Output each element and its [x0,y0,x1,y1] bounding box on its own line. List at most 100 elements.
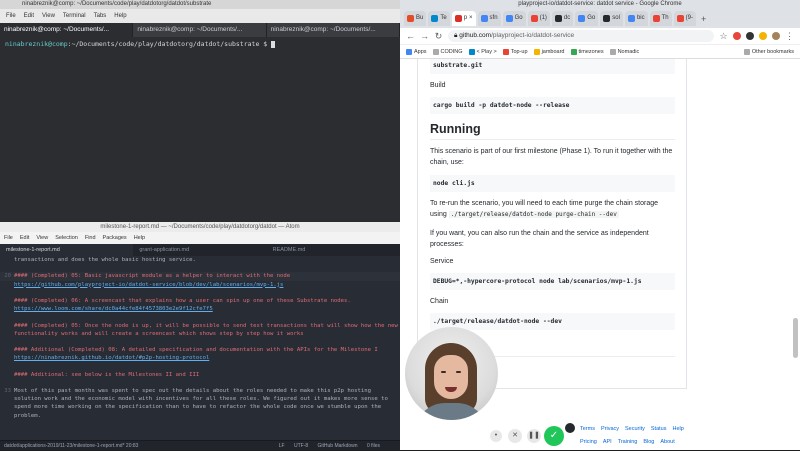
forward-arrow-icon[interactable]: → [420,31,429,41]
terminal-tab[interactable]: ninabreznik@comp: ~/Documents/... [267,23,400,37]
bookmark-nomadic[interactable]: Nomadic [609,48,639,55]
menu-edit[interactable]: Edit [24,9,34,23]
editor-line[interactable] [0,313,400,321]
browser-tab[interactable]: sol [600,11,623,26]
browser-tab[interactable]: (9- [673,11,696,26]
browser-tab[interactable]: (1) [527,11,550,26]
extension-icon[interactable] [733,32,741,40]
line-text: spend more time working on the specifica… [14,404,382,411]
editor-line[interactable]: #### Additional (Completed) 08: A detail… [0,346,400,354]
recorder-done-check-icon[interactable]: ✓ [544,426,564,446]
menu-file[interactable]: File [4,232,13,244]
menu-terminal[interactable]: Terminal [63,9,86,23]
editor-line[interactable]: https://www.loom.com/share/dc0a44cfe84f4… [0,305,400,313]
menu-tabs[interactable]: Tabs [94,9,107,23]
footer-link[interactable]: Status [651,426,667,432]
editor-line[interactable]: #### (Completed) 06: A screencast that e… [0,297,400,305]
terminal-tab[interactable]: ninabreznik@comp: ~/Documents/... [133,23,267,37]
scrollbar-thumb[interactable] [793,318,798,358]
menu-find[interactable]: Find [85,232,96,244]
editor-line[interactable] [0,264,400,272]
browser-tab[interactable]: Te [428,11,450,26]
extension-icon[interactable] [746,32,754,40]
editor-line[interactable]: https://github.com/playproject-io/datdot… [0,281,400,289]
browser-tab[interactable]: dc [551,11,574,26]
back-arrow-icon[interactable]: ← [406,31,415,41]
menu-packages[interactable]: Packages [103,232,127,244]
avatar[interactable] [772,32,780,40]
status-file[interactable]: datdot/applications-2019/11-23/milestone… [4,441,138,450]
chrome-tabstrip: Bu Te p × sfn Go (1) dc Go sol bic Th (9- + [400,9,800,28]
reload-icon[interactable]: ↻ [434,31,443,42]
editor-line[interactable]: solution work and the economic model wit… [0,395,400,403]
address-bar[interactable]: 🔒︎ github.com/playproject-io/datdot-serv… [448,30,714,42]
footer-link[interactable]: Help [672,426,683,432]
browser-tab[interactable]: Th [649,11,672,26]
menu-view[interactable]: View [42,9,55,23]
editor-line[interactable]: functionality works and will create a sc… [0,330,400,338]
bookmark-apps[interactable]: Apps [406,48,427,55]
close-tab-icon[interactable]: × [469,11,473,26]
editor-line[interactable] [0,289,400,297]
footer-link[interactable]: Training [618,439,638,445]
recorder-cancel-icon[interactable]: ✕ [508,429,522,443]
menu-edit[interactable]: Edit [20,232,29,244]
menu-file[interactable]: File [6,9,16,23]
footer-link[interactable]: API [603,439,612,445]
editor-line[interactable]: 33 Most of this past months was spent to … [0,387,400,395]
bookmark-coding[interactable]: CODING [432,48,463,55]
menu-view[interactable]: View [36,232,48,244]
editor-line[interactable]: #### (Completed) 05: Once the node is up… [0,322,400,330]
editor-line[interactable]: #### Additional: see below is the Milest… [0,371,400,379]
terminal-tab[interactable]: ninabreznik@comp: ~/Documents/... [0,23,134,37]
extension-icon[interactable] [759,32,767,40]
editor-line[interactable]: spend more time working on the specifica… [0,403,400,411]
recorder-pause-icon[interactable]: ❚❚ [527,429,541,443]
editor-line[interactable]: 20 #### (Completed) 05: Basic javascript … [0,272,400,281]
bookmark-other[interactable]: Other bookmarks [743,48,794,55]
browser-tab[interactable]: Bu [404,11,427,26]
editor-line[interactable] [0,420,400,428]
menu-selection[interactable]: Selection [55,232,78,244]
editor-pane[interactable]: transactions and does the whole basic ho… [0,256,400,436]
editor-line[interactable] [0,338,400,346]
kebab-menu-icon[interactable]: ⋮ [785,31,794,42]
footer-link[interactable]: Security [625,426,645,432]
menu-help[interactable]: Help [114,9,126,23]
github-logo-icon[interactable] [565,423,575,433]
atom-window: milestone-1-report.md — ~/Documents/code… [0,222,400,450]
status-grammar[interactable]: GitHub Markdown [318,443,358,449]
status-line-ending[interactable]: LF [279,443,285,449]
editor-tab[interactable]: milestone-1-report.md [0,244,134,256]
footer-link[interactable]: About [660,439,674,445]
star-icon[interactable]: ☆ [719,31,728,42]
footer-link[interactable]: Terms [580,426,595,432]
bookmark-play[interactable]: < Play > [468,48,497,55]
editor-tab[interactable]: README.md [267,244,400,256]
browser-tab[interactable]: sfn [477,11,501,26]
bookmark-timezones[interactable]: timezones [570,48,604,55]
bookmark-topup[interactable]: Top-up [502,48,528,55]
tab-label: Go [587,15,596,21]
browser-tab[interactable]: p × [451,11,476,26]
recorder-small-button[interactable]: • [490,430,502,442]
bookmark-jamboard[interactable]: jamboard [533,48,565,55]
browser-tab[interactable]: Go [502,11,526,26]
editor-line[interactable] [0,379,400,387]
footer-link[interactable]: Privacy [601,426,619,432]
browser-tab[interactable]: Go [575,11,599,26]
editor-line[interactable]: https://ninabreznik.github.io/datdot/#p2… [0,354,400,362]
menu-help[interactable]: Help [134,232,145,244]
footer-link[interactable]: Pricing [580,439,597,445]
editor-line[interactable] [0,428,400,436]
editor-line[interactable] [0,362,400,370]
status-git[interactable]: 0 files [367,443,380,449]
new-tab-icon[interactable]: + [698,14,709,24]
status-encoding[interactable]: UTF-8 [294,443,308,449]
editor-tab[interactable]: grant-application.md [133,244,266,256]
editor-line[interactable]: problem. [0,412,400,420]
terminal-prompt[interactable]: ninabreznik@comp:~/Documents/code/play/d… [0,37,400,51]
footer-link[interactable]: Blog [643,439,654,445]
browser-tab[interactable]: bic [624,11,648,26]
editor-line[interactable]: transactions and does the whole basic ho… [0,256,400,264]
